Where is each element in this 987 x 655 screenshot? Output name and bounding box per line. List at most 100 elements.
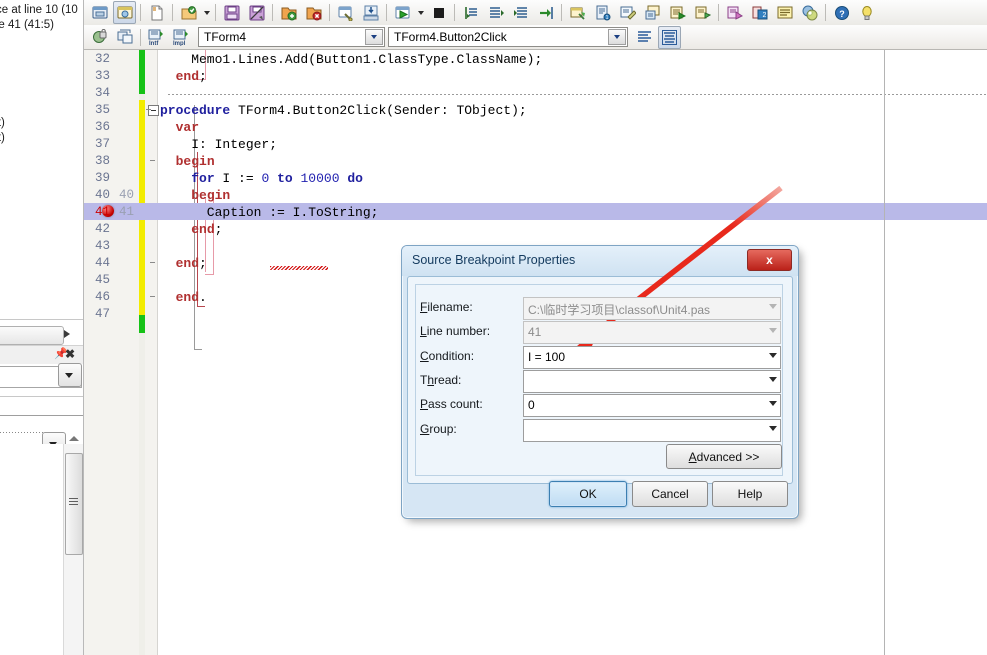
save-all-button[interactable] <box>245 1 268 24</box>
view-unit-list-button[interactable]: 2 <box>748 1 771 24</box>
run-dropdown-arrow-icon[interactable] <box>415 2 426 23</box>
new-form-button[interactable] <box>566 1 589 24</box>
toolbar-separator <box>329 4 330 21</box>
ok-button[interactable]: OK <box>549 481 627 507</box>
pass-count-field-dropdown-arrow-icon[interactable] <box>769 401 777 407</box>
code-line[interactable]: 37 I: Integer; <box>84 137 987 154</box>
clipped-status-line-1: ce at line 10 (10 <box>0 4 78 16</box>
code-line[interactable]: 36 var <box>84 120 987 137</box>
open-file-button[interactable] <box>177 1 200 24</box>
left-panel-button[interactable] <box>0 326 64 345</box>
group-field[interactable] <box>523 418 781 442</box>
run-to-cursor-button[interactable] <box>534 1 557 24</box>
class-selector[interactable]: TForm4 <box>198 27 385 47</box>
help-button[interactable]: ? <box>830 1 853 24</box>
condition-field-value: I = 100 <box>528 349 566 364</box>
cancel-button[interactable]: Cancel <box>632 481 708 507</box>
remove-from-project-button[interactable] <box>723 1 746 24</box>
code-line[interactable]: 39 for I := 0 to 10000 do <box>84 171 987 188</box>
scroll-up-arrow-icon[interactable] <box>69 436 79 441</box>
line-number: 40 <box>94 188 110 202</box>
program-pause-button[interactable] <box>427 1 450 24</box>
code-line[interactable]: 34 <box>84 86 987 103</box>
code-line[interactable]: 35 procedure TForm4.Button2Click(Sender: … <box>84 103 987 120</box>
line-number: 38 <box>94 154 110 168</box>
build-button[interactable] <box>334 1 357 24</box>
member-selector[interactable]: TForm4.Button2Click <box>388 27 628 47</box>
filename-field-value: C:\临时学习项目\classof\Unit4.pas <box>528 303 711 317</box>
run-button[interactable] <box>391 1 414 24</box>
code-line[interactable]: 38 begin <box>84 154 987 171</box>
filename-field-dropdown-arrow-icon[interactable] <box>769 304 777 309</box>
install-packages-button[interactable] <box>359 1 382 24</box>
thread-field-dropdown-arrow-icon[interactable] <box>769 376 777 382</box>
goto-interface-button[interactable]: Intf <box>145 26 168 49</box>
code-text: end; <box>175 256 207 271</box>
close-project-button[interactable] <box>302 1 325 24</box>
line-number-label: Line number: <box>420 324 491 339</box>
advanced-button[interactable]: Advanced >> <box>666 444 782 469</box>
chevron-right-icon[interactable] <box>64 330 70 338</box>
main-toolbar: 1 2 ? <box>84 0 987 26</box>
help-button[interactable]: Help <box>712 481 788 507</box>
thread-field[interactable] <box>523 369 781 393</box>
view-unit-button[interactable] <box>113 1 136 24</box>
close-icon[interactable]: ✖ <box>65 348 75 360</box>
close-icon: x <box>766 253 773 267</box>
code-line[interactable]: 32 Memo1.Lines.Add(Button1.ClassType.Cla… <box>84 52 987 69</box>
code-text: begin <box>175 154 215 169</box>
open-project-button[interactable] <box>277 1 300 24</box>
filename-field[interactable]: C:\临时学习项目\classof\Unit4.pas <box>523 297 781 320</box>
dialog-title: Source Breakpoint Properties <box>412 253 576 267</box>
new-file-button[interactable] <box>145 1 168 24</box>
code-line[interactable]: 33 end; <box>84 69 987 86</box>
left-panel-upper-list[interactable] <box>0 34 83 320</box>
step-over-button[interactable] <box>484 1 507 24</box>
help-button-label: Help <box>737 487 763 501</box>
dialog-close-button[interactable]: x <box>747 249 792 271</box>
left-panel-dropdown-1[interactable] <box>58 363 82 387</box>
tip-button[interactable] <box>855 1 878 24</box>
code-text: for I := 0 to 10000 do <box>191 171 363 186</box>
view-forms-button[interactable] <box>773 1 796 24</box>
member-selector-dropdown-arrow-icon[interactable] <box>608 29 626 45</box>
toggle-form-unit-button[interactable] <box>641 1 664 24</box>
save-button[interactable] <box>220 1 243 24</box>
code-line[interactable]: 41 Caption := I.ToString; <box>84 205 987 222</box>
view-form-button[interactable] <box>88 1 111 24</box>
implementation-view-button[interactable] <box>658 25 681 49</box>
add-to-project-button[interactable] <box>691 1 714 24</box>
trace-into-button[interactable] <box>459 1 482 24</box>
condition-field[interactable]: I = 100 <box>523 345 781 369</box>
line-number-field-dropdown-arrow-icon[interactable] <box>769 328 777 334</box>
new-edit-window-button[interactable] <box>616 1 639 24</box>
toolbar-separator <box>140 28 141 46</box>
svg-text:1: 1 <box>605 15 608 21</box>
goto-implementation-button[interactable]: Impl <box>170 26 193 49</box>
navigation-toolbar: Intf Impl TForm4 TForm4.Button2Click <box>84 25 987 50</box>
cancel-button-label: Cancel <box>651 487 689 501</box>
left-panel-lower-list[interactable] <box>0 444 63 655</box>
line-number-field[interactable]: 41 <box>523 321 781 345</box>
code-text: Memo1.Lines.Add(Button1.ClassType.ClassN… <box>160 52 543 67</box>
code-line[interactable]: 40 begin <box>84 188 987 205</box>
trace-to-next-source-button[interactable] <box>509 1 532 24</box>
thread-label: Thread: <box>420 372 462 387</box>
browse-history-button[interactable] <box>88 26 111 49</box>
sync-structure-button[interactable] <box>113 26 136 49</box>
group-field-dropdown-arrow-icon[interactable] <box>769 425 777 431</box>
declaration-view-button[interactable] <box>633 26 656 49</box>
new-unit-button[interactable]: 1 <box>591 1 614 24</box>
pass-count-field-value: 0 <box>528 398 535 413</box>
open-file-dropdown-arrow-icon[interactable] <box>201 2 212 23</box>
desktop-settings-button[interactable] <box>798 1 821 24</box>
svg-text:2: 2 <box>762 12 766 19</box>
clipped-status-line-3: ct) <box>0 117 5 129</box>
line-number-field-value: 41 <box>528 325 542 340</box>
class-selector-dropdown-arrow-icon[interactable] <box>365 29 383 45</box>
code-line[interactable]: 42 end; <box>84 222 987 239</box>
pass-count-field[interactable]: 0 <box>523 394 781 418</box>
condition-field-dropdown-arrow-icon[interactable] <box>769 352 777 358</box>
project-manager-button[interactable] <box>666 1 689 24</box>
line-number: 46 <box>94 290 110 304</box>
